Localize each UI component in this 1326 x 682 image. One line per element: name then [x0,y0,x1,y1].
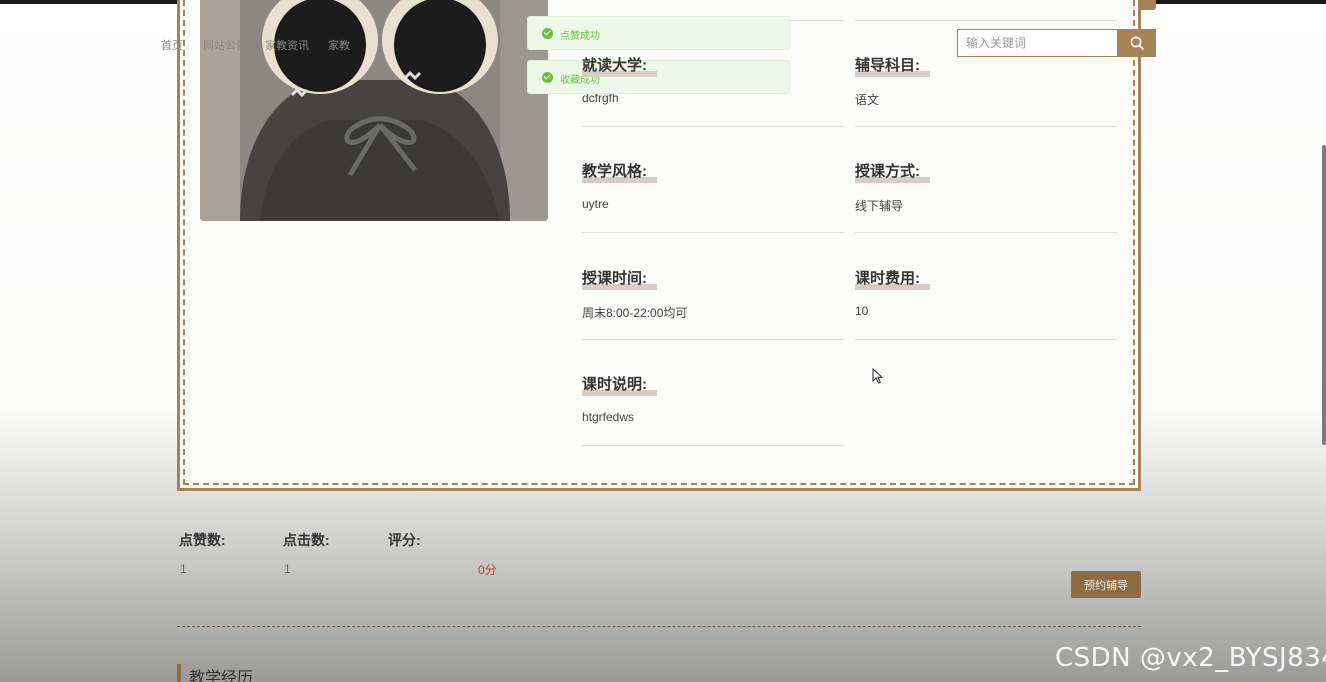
field-time: 授课时间: 周末8:00-22:00均可 [582,267,687,321]
likes-label: 点赞数: [179,532,226,548]
divider [582,339,844,340]
field-desc-value: htgrfedws [582,410,635,424]
mouse-cursor-icon [872,368,884,384]
rating-value: 0分 [478,563,497,577]
divider [582,445,844,446]
nav-item-tutoring[interactable]: 家教 [328,37,350,53]
field-subject-value: 语文 [855,93,880,107]
divider [855,232,1117,233]
field-fee-label: 课时费用: [855,267,930,290]
book-tutoring-button[interactable]: 预约辅导 [1071,571,1141,598]
divider [855,126,1117,127]
field-fee-value: 10 [855,304,869,318]
field-subject-label: 辅导科目: [855,54,930,77]
field-time-value: 周末8:00-22:00均可 [582,306,688,320]
divider [855,20,1117,21]
divider [582,126,844,127]
search-icon [1130,36,1144,50]
toast-message: 点赞成功 [560,31,600,42]
field-subject: 辅导科目: 语文 [855,54,930,108]
clicks-label: 点击数: [283,532,330,548]
nav-item-home[interactable]: 首页 [161,37,183,53]
field-mode-value: 线下辅导 [855,199,904,213]
field-mode-label: 授课方式: [855,160,930,183]
nav-item-news[interactable]: 家教资讯 [265,37,309,53]
section-divider [177,626,1141,627]
search-input[interactable] [957,29,1118,57]
toast-like-success: 点赞成功 [527,16,790,50]
watermark: CSDN @vx2_BYSJ8341 [1055,643,1326,673]
field-fee: 课时费用: 10 [855,267,930,318]
field-time-label: 授课时间: [582,267,657,290]
divider [855,339,1117,340]
nav-item-announcements[interactable]: 网站公告 [203,37,247,53]
field-desc-label: 课时说明: [582,373,657,396]
check-circle-icon [542,72,553,83]
search-button[interactable] [1117,29,1156,57]
field-style-label: 教学风格: [582,160,657,183]
scrollbar-thumb[interactable] [1322,145,1326,445]
section-title-teaching-experience: 教学经历 [177,664,253,682]
check-circle-icon [542,28,553,39]
clicks-value: 1 [284,562,291,576]
likes-value: 1 [180,562,187,576]
tutor-photo-image [200,0,548,221]
rating-label: 评分: [388,532,421,548]
toast-favorite-success: 收藏成功 [527,60,790,94]
field-style-value: uytre [582,197,609,211]
field-desc: 课时说明: htgrfedws [582,373,657,424]
tutor-photo [200,0,548,221]
field-university-label: 就读大学: [582,54,657,77]
scrollbar[interactable] [1322,0,1326,682]
field-mode: 授课方式: 线下辅导 [855,160,930,214]
field-style: 教学风格: uytre [582,160,657,211]
divider [582,232,844,233]
